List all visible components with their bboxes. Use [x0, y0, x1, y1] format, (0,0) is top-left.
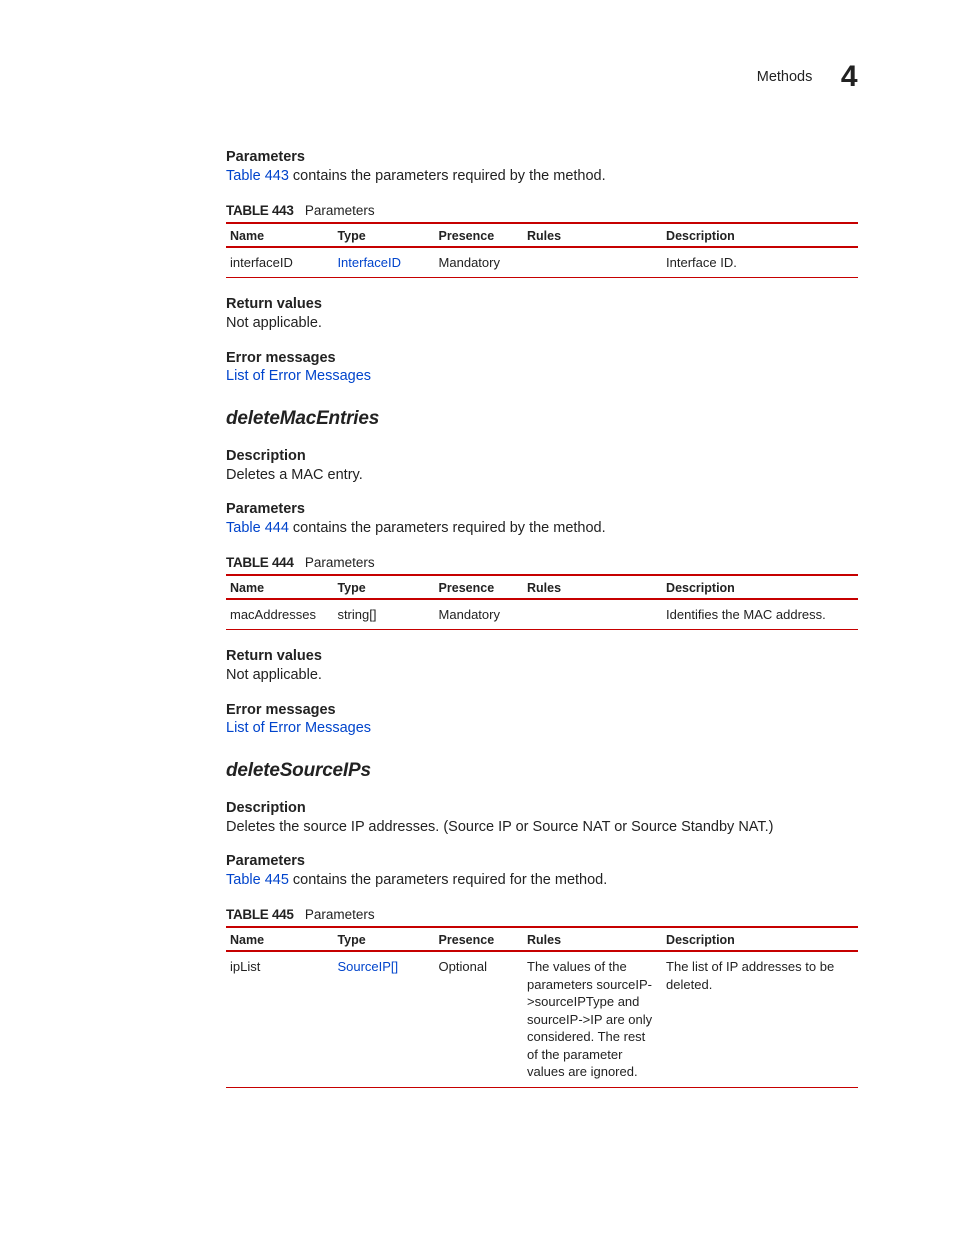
cell-type: InterfaceID [333, 247, 434, 278]
parameters-heading: Parameters [226, 149, 858, 165]
parameters-intro-tail: contains the parameters required by the … [289, 168, 606, 184]
cell-presence: Optional [435, 951, 523, 1087]
page: Methods 4 Parameters Table 443 contains … [0, 0, 954, 1235]
table-header-row: Name Type Presence Rules Description [226, 575, 858, 599]
col-header-description: Description [662, 575, 858, 599]
return-values-heading: Return values [226, 296, 858, 312]
parameters-intro-tail: contains the parameters required for the… [289, 872, 607, 888]
return-values-text: Not applicable. [226, 666, 858, 686]
col-header-name: Name [226, 575, 333, 599]
parameters-intro: Table 444 contains the parameters requir… [226, 519, 858, 539]
table-444-label: Parameters [305, 555, 375, 570]
cell-name: ipList [226, 951, 333, 1087]
col-header-rules: Rules [523, 575, 662, 599]
cell-name: interfaceID [226, 247, 333, 278]
cell-description: The list of IP addresses to be deleted. [662, 951, 858, 1087]
col-header-presence: Presence [435, 575, 523, 599]
col-header-description: Description [662, 927, 858, 951]
cell-rules: The values of the parameters sourceIP->s… [523, 951, 662, 1087]
cell-type: string[] [333, 599, 434, 630]
table-445-caption: TABLE 445 Parameters [226, 907, 858, 922]
table-row: interfaceID InterfaceID Mandatory Interf… [226, 247, 858, 278]
table-443-label: Parameters [305, 203, 375, 218]
parameters-heading: Parameters [226, 501, 858, 517]
cell-presence: Mandatory [435, 247, 523, 278]
description-text: Deletes the source IP addresses. (Source… [226, 818, 858, 838]
table-row: ipList SourceIP[] Optional The values of… [226, 951, 858, 1087]
col-header-presence: Presence [435, 223, 523, 247]
table-444-link[interactable]: Table 444 [226, 520, 289, 536]
table-444-number: TABLE 444 [226, 555, 294, 570]
running-head-chapter-number: 4 [841, 60, 858, 94]
cell-type: SourceIP[] [333, 951, 434, 1087]
table-444-caption: TABLE 444 Parameters [226, 555, 858, 570]
parameters-intro: Table 443 contains the parameters requir… [226, 167, 858, 187]
error-messages-heading: Error messages [226, 702, 858, 718]
cell-name: macAddresses [226, 599, 333, 630]
description-heading: Description [226, 448, 858, 464]
col-header-presence: Presence [435, 927, 523, 951]
table-443-link[interactable]: Table 443 [226, 168, 289, 184]
parameters-intro-tail: contains the parameters required by the … [289, 520, 606, 536]
table-445-link[interactable]: Table 445 [226, 872, 289, 888]
cell-presence: Mandatory [435, 599, 523, 630]
col-header-rules: Rules [523, 223, 662, 247]
running-head: Methods 4 [96, 60, 858, 94]
col-header-type: Type [333, 223, 434, 247]
running-head-section: Methods [757, 69, 813, 85]
error-messages-link[interactable]: List of Error Messages [226, 368, 858, 384]
table-443-caption: TABLE 443 Parameters [226, 203, 858, 218]
interfaceid-type-link[interactable]: InterfaceID [337, 255, 401, 270]
table-443-number: TABLE 443 [226, 203, 294, 218]
col-header-name: Name [226, 927, 333, 951]
error-messages-link[interactable]: List of Error Messages [226, 720, 858, 736]
table-row: macAddresses string[] Mandatory Identifi… [226, 599, 858, 630]
table-445-label: Parameters [305, 907, 375, 922]
content-body: Parameters Table 443 contains the parame… [226, 149, 858, 1088]
parameters-intro: Table 445 contains the parameters requir… [226, 871, 858, 891]
table-445: Name Type Presence Rules Description ipL… [226, 926, 858, 1088]
parameters-heading: Parameters [226, 853, 858, 869]
sourceip-type-link[interactable]: SourceIP[] [337, 959, 398, 974]
cell-description: Interface ID. [662, 247, 858, 278]
col-header-description: Description [662, 223, 858, 247]
col-header-name: Name [226, 223, 333, 247]
table-443: Name Type Presence Rules Description int… [226, 222, 858, 279]
table-445-number: TABLE 445 [226, 907, 294, 922]
cell-rules [523, 247, 662, 278]
description-heading: Description [226, 800, 858, 816]
error-messages-heading: Error messages [226, 350, 858, 366]
table-444: Name Type Presence Rules Description mac… [226, 574, 858, 631]
method-heading-deletemacentries: deleteMacEntries [226, 408, 858, 430]
table-header-row: Name Type Presence Rules Description [226, 927, 858, 951]
return-values-text: Not applicable. [226, 314, 858, 334]
cell-description: Identifies the MAC address. [662, 599, 858, 630]
col-header-type: Type [333, 575, 434, 599]
col-header-rules: Rules [523, 927, 662, 951]
col-header-type: Type [333, 927, 434, 951]
table-header-row: Name Type Presence Rules Description [226, 223, 858, 247]
return-values-heading: Return values [226, 648, 858, 664]
description-text: Deletes a MAC entry. [226, 466, 858, 486]
cell-rules [523, 599, 662, 630]
method-heading-deletesourceips: deleteSourceIPs [226, 760, 858, 782]
